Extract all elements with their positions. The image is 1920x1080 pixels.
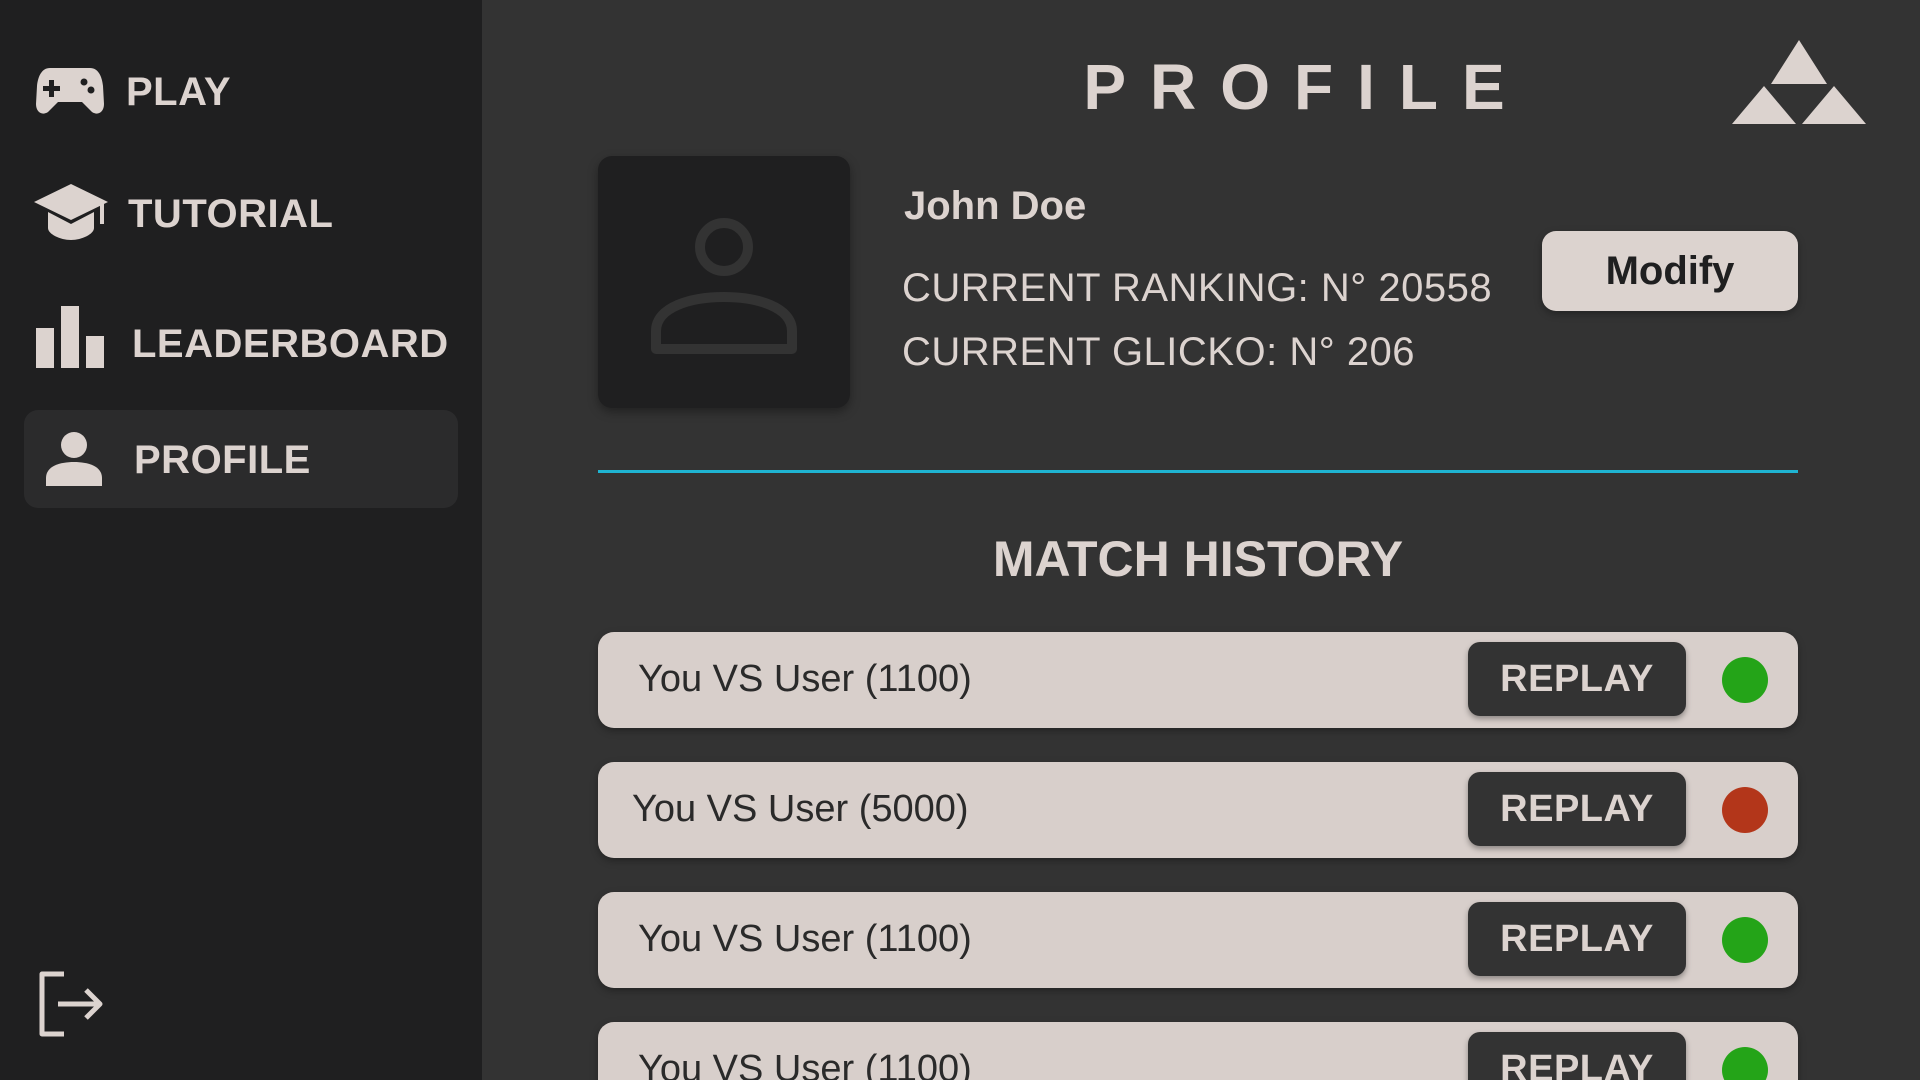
sidebar-item-leaderboard[interactable]: LEADERBOARD [24, 294, 458, 392]
result-indicator-win [1722, 657, 1768, 703]
replay-button[interactable]: REPLAY [1468, 902, 1686, 976]
match-label: You VS User (1100) [638, 1048, 972, 1080]
result-indicator-loss [1722, 787, 1768, 833]
match-label: You VS User (5000) [632, 788, 969, 830]
replay-button[interactable]: REPLAY [1468, 1032, 1686, 1080]
sidebar-item-tutorial[interactable]: TUTORIAL [24, 164, 458, 262]
triangles-logo-icon [1732, 40, 1866, 124]
avatar [598, 156, 850, 408]
result-indicator-win [1722, 917, 1768, 963]
user-icon [46, 432, 102, 486]
current-glicko: CURRENT GLICKO: N° 206 [902, 330, 1416, 374]
page-title: PROFILE [1083, 51, 1529, 123]
sidebar-item-profile[interactable]: PROFILE [24, 410, 458, 508]
sidebar-item-label: TUTORIAL [128, 192, 334, 236]
replay-button[interactable]: REPLAY [1468, 772, 1686, 846]
sidebar-item-play[interactable]: PLAY [24, 42, 458, 140]
result-indicator-win [1722, 1047, 1768, 1080]
sidebar-item-label: LEADERBOARD [132, 322, 449, 366]
sidebar: PLAY TUTORIAL LEADERBOARD PROFILE [0, 0, 482, 1080]
logout-icon[interactable] [34, 968, 106, 1040]
user-outline-icon [651, 218, 797, 354]
match-history-title: MATCH HISTORY [992, 531, 1404, 587]
list-item: You VS User (5000) REPLAY [598, 762, 1798, 858]
section-divider [598, 470, 1798, 473]
username: John Doe [904, 184, 1087, 228]
list-item: You VS User (1100) REPLAY [598, 1022, 1798, 1080]
match-label: You VS User (1100) [638, 918, 972, 960]
list-item: You VS User (1100) REPLAY [598, 632, 1798, 728]
current-ranking: CURRENT RANKING: N° 20558 [902, 266, 1493, 310]
bar-chart-icon [36, 306, 104, 368]
sidebar-item-label: PROFILE [134, 438, 311, 482]
main-content: PROFILE John Doe CURRENT RANKING: N° 205… [482, 0, 1920, 1080]
match-label: You VS User (1100) [638, 658, 972, 700]
graduation-cap-icon [34, 184, 108, 240]
modify-button[interactable]: Modify [1542, 231, 1798, 311]
replay-button[interactable]: REPLAY [1468, 642, 1686, 716]
gamepad-icon [36, 68, 104, 114]
app-root: PLAY TUTORIAL LEADERBOARD PROFILE PROFIL… [0, 0, 1920, 1080]
list-item: You VS User (1100) REPLAY [598, 892, 1798, 988]
sidebar-item-label: PLAY [126, 70, 232, 114]
